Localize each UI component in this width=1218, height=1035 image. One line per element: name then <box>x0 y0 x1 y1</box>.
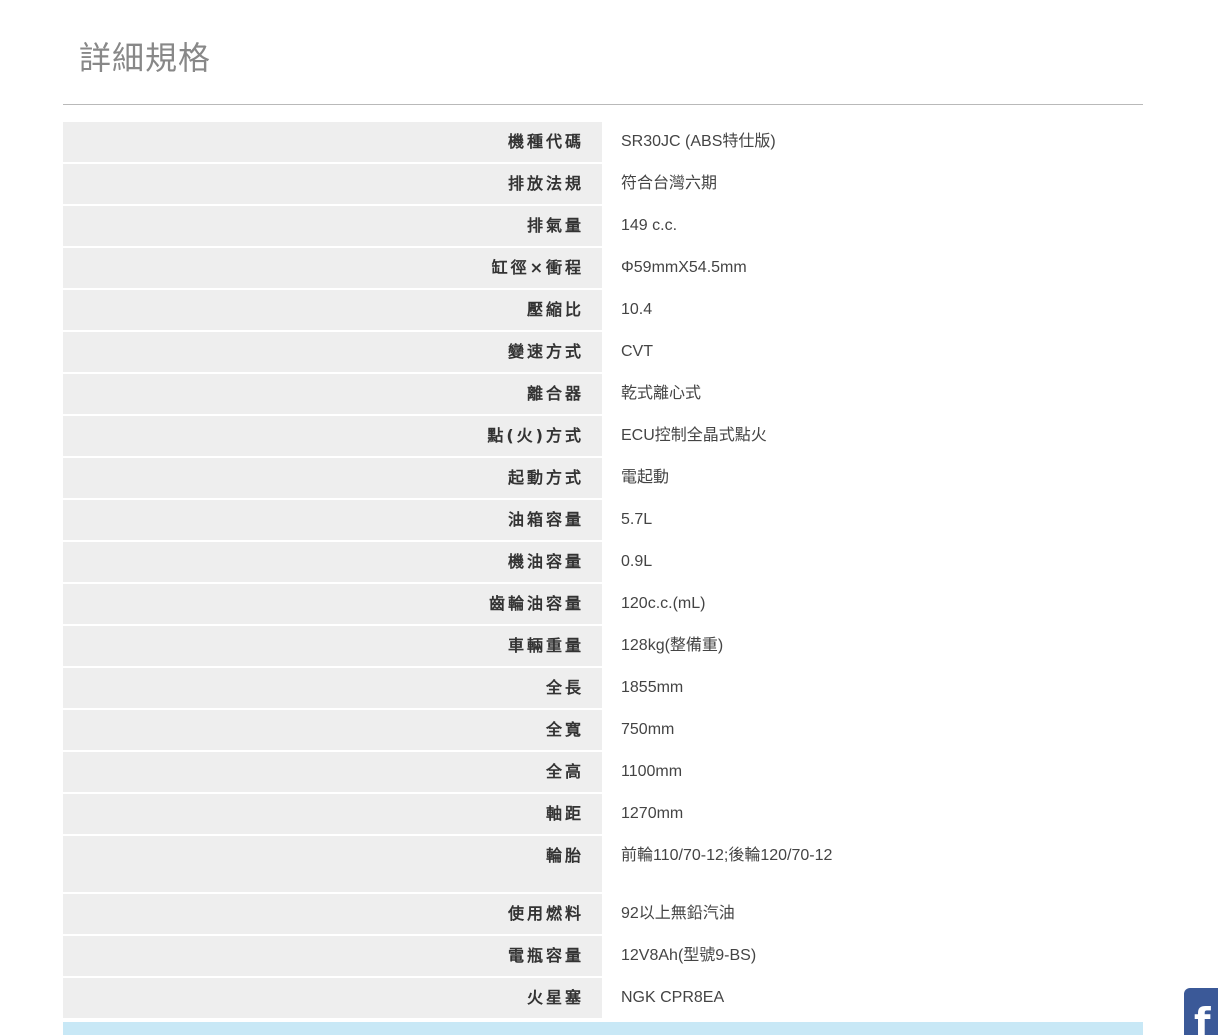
spec-label: 輪胎 <box>63 836 602 892</box>
spec-row-weight: 車輛重量 128kg(整備重) <box>63 626 1143 668</box>
spec-row-spark-plug: 火星塞 NGK CPR8EA <box>63 978 1143 1020</box>
spec-label: 全寬 <box>63 710 602 750</box>
spec-row-transmission: 變速方式 CVT <box>63 332 1143 374</box>
spec-value: 149 c.c. <box>621 217 678 234</box>
page-title: 詳細規格 <box>79 39 212 77</box>
spec-row-gear-oil: 齒輪油容量 120c.c.(mL) <box>63 584 1143 626</box>
spec-row-engine-oil: 機油容量 0.9L <box>63 542 1143 584</box>
spec-label: 齒輪油容量 <box>63 584 602 624</box>
spec-label: 全長 <box>63 668 602 708</box>
spec-label: 排氣量 <box>63 206 602 246</box>
spec-value: 前輪110/70-12;後輪120/70-12 <box>621 847 833 864</box>
spec-value: SR30JC (ABS特仕版) <box>621 133 776 150</box>
facebook-icon: f <box>1194 1000 1211 1035</box>
spec-label: 車輛重量 <box>63 626 602 666</box>
spec-label: 點(火)方式 <box>63 416 602 456</box>
spec-value: 12V8Ah(型號9-BS) <box>621 947 757 964</box>
spec-value: 1855mm <box>621 679 684 696</box>
spec-value: 92以上無鉛汽油 <box>621 905 735 922</box>
spec-row-length: 全長 1855mm <box>63 668 1143 710</box>
spec-label: 軸距 <box>63 794 602 834</box>
spec-label: 缸徑×衝程 <box>63 248 602 288</box>
spec-row-battery: 電瓶容量 12V8Ah(型號9-BS) <box>63 936 1143 978</box>
spec-value: 128kg(整備重) <box>621 637 724 654</box>
spec-value: 0.9L <box>621 553 653 570</box>
spec-label: 全高 <box>63 752 602 792</box>
spec-row-wheelbase: 軸距 1270mm <box>63 794 1143 836</box>
spec-value: 10.4 <box>621 301 653 318</box>
spec-row-starter: 起動方式 電起動 <box>63 458 1143 500</box>
spec-label: 機油容量 <box>63 542 602 582</box>
spec-value: CVT <box>621 343 653 360</box>
spec-label: 電瓶容量 <box>63 936 602 976</box>
spec-label: 排放法規 <box>63 164 602 204</box>
spec-row-fuel: 使用燃料 92以上無鉛汽油 <box>63 894 1143 936</box>
spec-value: 乾式離心式 <box>621 385 702 402</box>
spec-row-height: 全高 1100mm <box>63 752 1143 794</box>
spec-row-compression: 壓縮比 10.4 <box>63 290 1143 332</box>
spec-value: ECU控制全晶式點火 <box>621 427 767 444</box>
spec-value: 電起動 <box>621 469 670 486</box>
spec-row-displacement: 排氣量 149 c.c. <box>63 206 1143 248</box>
spec-value: 750mm <box>621 721 675 738</box>
title-divider <box>63 104 1143 105</box>
spec-label: 離合器 <box>63 374 602 414</box>
spec-value: NGK CPR8EA <box>621 989 725 1006</box>
spec-row-tires: 輪胎 前輪110/70-12;後輪120/70-12 <box>63 836 1143 894</box>
spec-row-width: 全寬 750mm <box>63 710 1143 752</box>
spec-row-bore-stroke: 缸徑×衝程 Φ59mmX54.5mm <box>63 248 1143 290</box>
spec-label: 壓縮比 <box>63 290 602 330</box>
accent-strip <box>63 1022 1143 1035</box>
spec-value: 1270mm <box>621 805 684 822</box>
spec-row-clutch: 離合器 乾式離心式 <box>63 374 1143 416</box>
spec-value: 120c.c.(mL) <box>621 595 706 612</box>
spec-label: 機種代碼 <box>63 122 602 162</box>
spec-label: 使用燃料 <box>63 894 602 934</box>
spec-value: Φ59mmX54.5mm <box>621 259 747 276</box>
facebook-share-button[interactable]: f <box>1184 988 1218 1035</box>
spec-row-emission: 排放法規 符合台灣六期 <box>63 164 1143 206</box>
spec-page: 詳細規格 機種代碼 SR30JC (ABS特仕版) 排放法規 符合台灣六期 排氣… <box>0 0 1218 1035</box>
spec-row-ignition: 點(火)方式 ECU控制全晶式點火 <box>63 416 1143 458</box>
spec-label: 起動方式 <box>63 458 602 498</box>
spec-value: 符合台灣六期 <box>621 175 718 192</box>
spec-label: 變速方式 <box>63 332 602 372</box>
spec-value: 1100mm <box>621 763 683 780</box>
spec-row-model-code: 機種代碼 SR30JC (ABS特仕版) <box>63 122 1143 164</box>
spec-table: 機種代碼 SR30JC (ABS特仕版) 排放法規 符合台灣六期 排氣量 149… <box>63 122 1143 1020</box>
spec-row-fuel-tank: 油箱容量 5.7L <box>63 500 1143 542</box>
spec-label: 火星塞 <box>63 978 602 1018</box>
spec-value: 5.7L <box>621 511 653 528</box>
spec-label: 油箱容量 <box>63 500 602 540</box>
